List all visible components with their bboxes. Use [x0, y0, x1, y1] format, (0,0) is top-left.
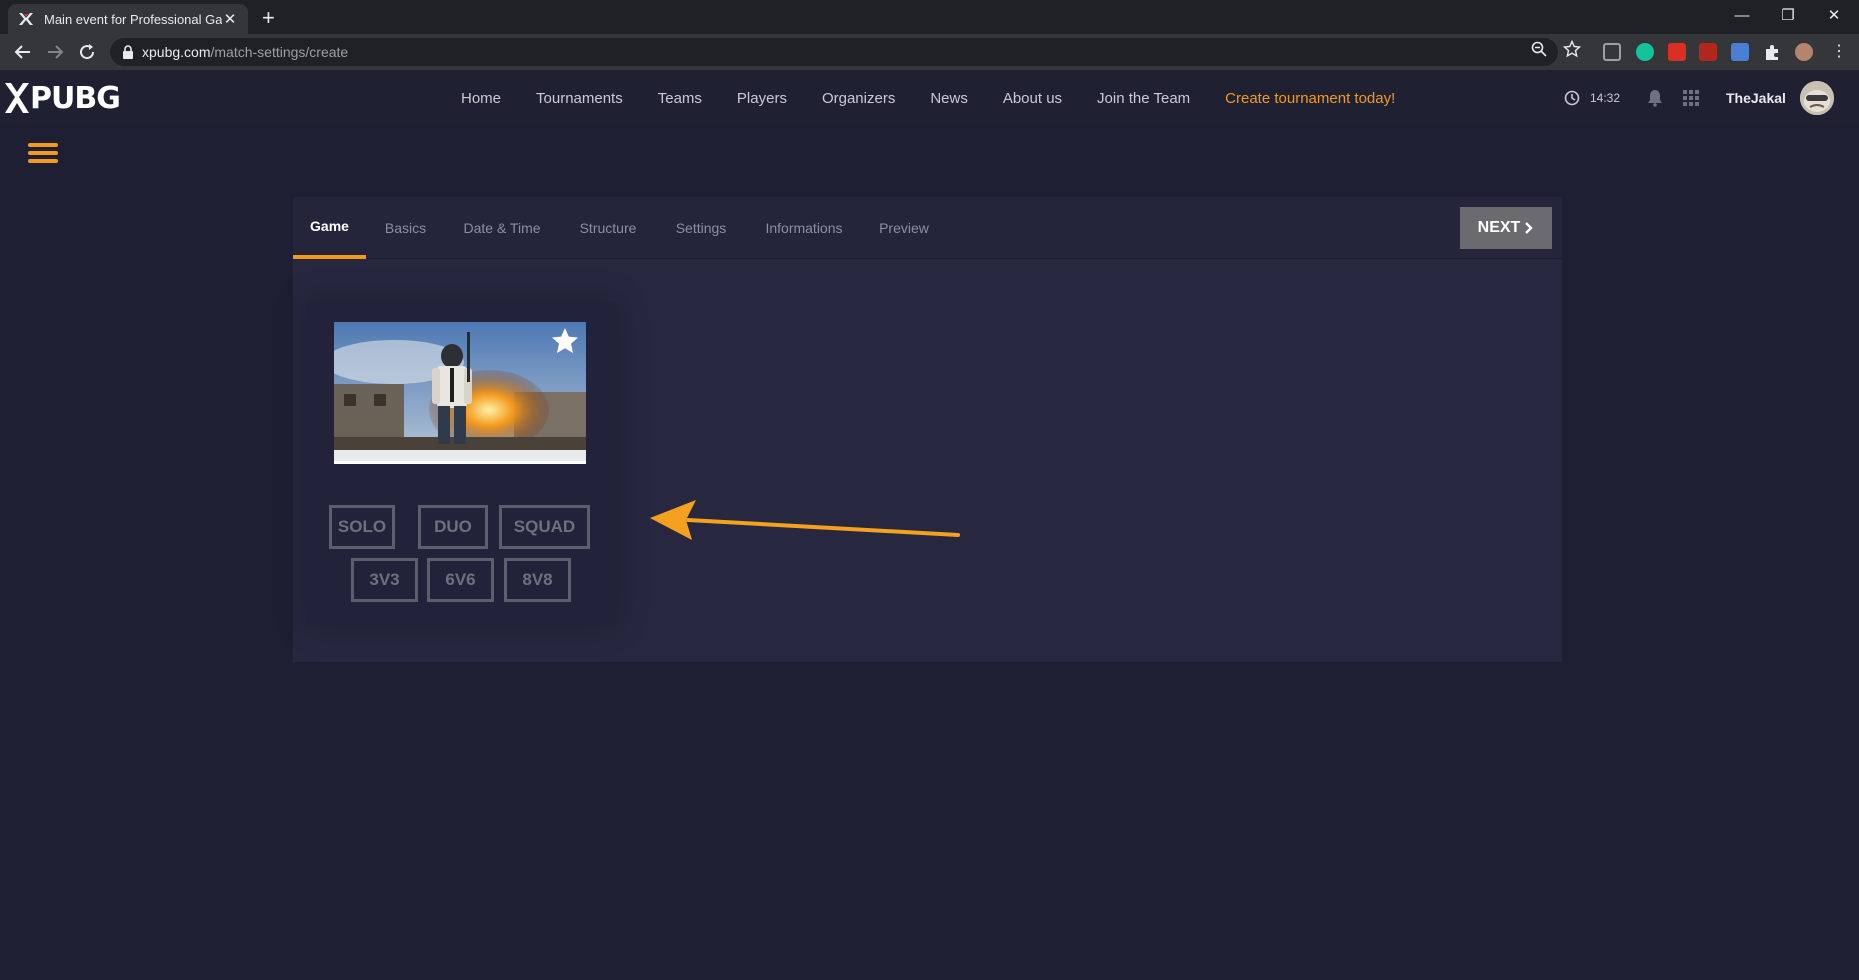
annotation-arrow-icon	[650, 500, 960, 540]
main-nav: Home Tournaments Teams Players Organizer…	[461, 70, 1430, 126]
site-header: PUBG Home Tournaments Teams Players Orga…	[0, 70, 1859, 126]
profile-avatar-icon[interactable]	[1795, 43, 1813, 61]
extension-blue-icon[interactable]	[1731, 43, 1749, 61]
bell-icon	[1648, 90, 1662, 107]
mode-duo-button[interactable]: DUO	[418, 505, 488, 549]
game-card-pubg[interactable]: SOLO DUO SQUAD 3V3 6V6 8V8	[306, 302, 616, 624]
mode-solo-button[interactable]: SOLO	[329, 505, 395, 549]
tab-date-time[interactable]: Date & Time	[445, 197, 559, 259]
tab-game[interactable]: Game	[293, 197, 366, 259]
game-cover-image	[334, 322, 586, 464]
browser-toolbar: xpubg.com/match-settings/create ⋮	[0, 34, 1859, 70]
mode-8v8-button[interactable]: 8V8	[504, 558, 571, 602]
browser-tab[interactable]: Main event for Professional Gam ✕	[8, 4, 248, 34]
tab-informations[interactable]: Informations	[745, 197, 863, 259]
tab-structure[interactable]: Structure	[559, 197, 657, 259]
zoom-icon[interactable]	[1530, 40, 1548, 58]
tab-preview[interactable]: Preview	[863, 197, 945, 259]
tab-settings[interactable]: Settings	[657, 197, 745, 259]
header-time: 14:32	[1590, 91, 1621, 105]
chevron-right-icon	[1525, 222, 1534, 234]
apps-grid-icon	[1683, 90, 1699, 106]
url-host: xpubg.com	[142, 44, 211, 60]
minimize-icon[interactable]: —	[1719, 0, 1765, 30]
wizard-steps: Game Basics Date & Time Structure Settin…	[293, 197, 1562, 259]
nav-news[interactable]: News	[930, 90, 968, 107]
logo-text: PUBG	[30, 80, 121, 116]
back-icon[interactable]	[12, 41, 34, 63]
browser-tab-bar: Main event for Professional Gam ✕ + — ❐ …	[0, 0, 1859, 34]
nav-home[interactable]: Home	[461, 90, 501, 107]
window-close-icon[interactable]: ✕	[1811, 0, 1857, 30]
nav-join-team[interactable]: Join the Team	[1097, 90, 1190, 107]
restore-icon[interactable]: ❐	[1765, 0, 1811, 30]
extension-screenshot-icon[interactable]	[1603, 43, 1621, 61]
user-menu[interactable]: TheJakal	[1726, 70, 1834, 126]
site-logo[interactable]: PUBG	[4, 78, 121, 118]
tab-basics[interactable]: Basics	[366, 197, 445, 259]
apps-button[interactable]	[1683, 70, 1699, 126]
reload-icon[interactable]	[76, 41, 98, 63]
tab-close-icon[interactable]: ✕	[222, 10, 238, 28]
clock-icon	[1564, 90, 1580, 106]
notifications-button[interactable]	[1647, 70, 1663, 126]
site-favicon-icon	[19, 13, 33, 25]
new-tab-icon[interactable]: +	[262, 5, 275, 31]
nav-tournaments[interactable]: Tournaments	[536, 90, 623, 107]
header-clock: 14:32	[1564, 70, 1620, 126]
extension-pdf-icon[interactable]	[1699, 43, 1717, 61]
extension-grammarly-icon[interactable]	[1636, 43, 1654, 61]
address-bar[interactable]: xpubg.com/match-settings/create	[110, 38, 1558, 66]
mode-6v6-button[interactable]: 6V6	[427, 558, 494, 602]
nav-players[interactable]: Players	[737, 90, 787, 107]
next-label: NEXT	[1477, 219, 1521, 236]
nav-about[interactable]: About us	[1003, 90, 1062, 107]
forward-icon[interactable]	[44, 41, 66, 63]
hamburger-menu-icon[interactable]	[28, 143, 58, 165]
nav-teams[interactable]: Teams	[658, 90, 702, 107]
username: TheJakal	[1726, 90, 1786, 106]
tab-title: Main event for Professional Gam	[44, 11, 222, 27]
mode-squad-button[interactable]: SQUAD	[499, 505, 590, 549]
url-path: /match-settings/create	[210, 44, 349, 60]
logo-x-icon	[5, 83, 29, 113]
nav-organizers[interactable]: Organizers	[822, 90, 895, 107]
bookmark-star-icon[interactable]	[1563, 40, 1581, 58]
nav-create-tournament[interactable]: Create tournament today!	[1225, 90, 1395, 107]
lock-icon	[123, 45, 133, 59]
browser-menu-icon[interactable]: ⋮	[1830, 43, 1848, 61]
avatar	[1799, 81, 1834, 115]
favorite-star-icon[interactable]	[550, 326, 580, 356]
extensions-puzzle-icon[interactable]	[1763, 43, 1781, 61]
next-button[interactable]: NEXT	[1460, 207, 1552, 249]
mode-3v3-button[interactable]: 3V3	[351, 558, 418, 602]
extension-red-icon[interactable]	[1668, 43, 1686, 61]
